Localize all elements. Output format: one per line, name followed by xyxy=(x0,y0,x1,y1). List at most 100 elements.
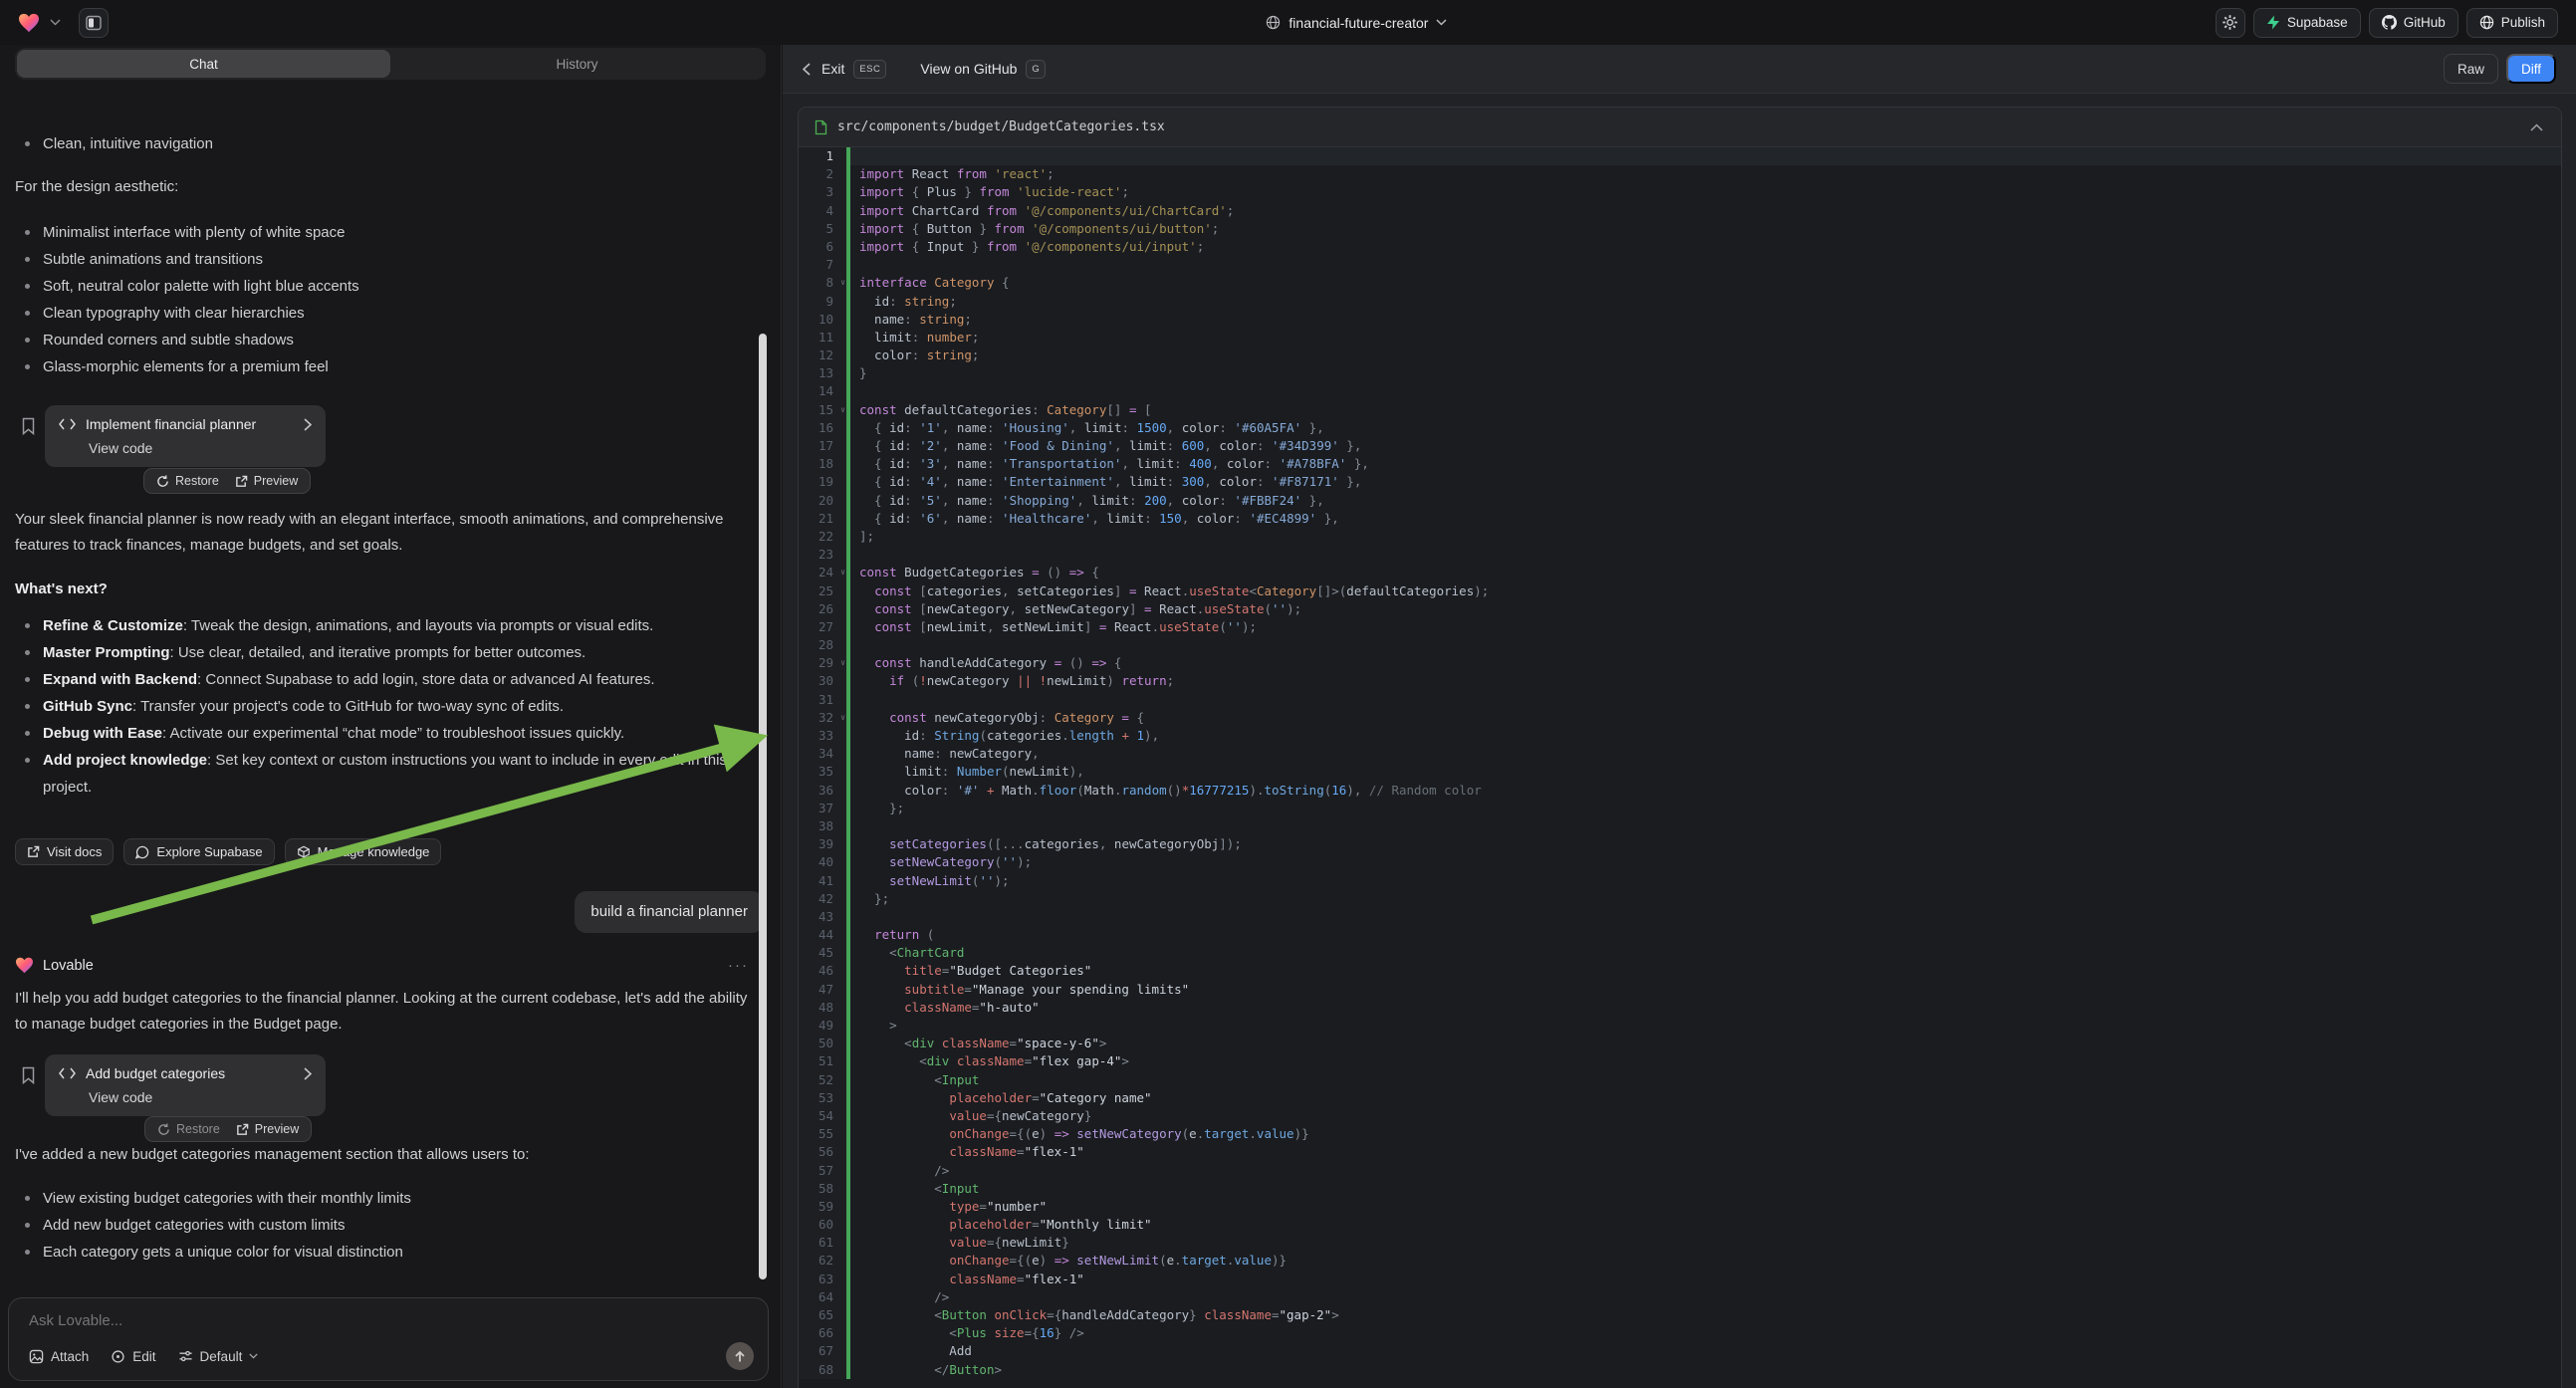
restore-button[interactable]: Restore xyxy=(156,474,219,488)
code-line-content: const [newLimit, setNewLimit] = React.us… xyxy=(850,618,1257,636)
send-button[interactable] xyxy=(726,1342,754,1370)
code-line: 17 { id: '2', name: 'Food & Dining', lim… xyxy=(799,437,2561,455)
preview-button[interactable]: Preview xyxy=(235,474,298,488)
code-line: 33 id: String(categories.length + 1), xyxy=(799,727,2561,745)
bookmark-icon[interactable] xyxy=(21,1066,36,1084)
code-line-content: import { Plus } from 'lucide-react'; xyxy=(850,183,1129,201)
code-line-content: setNewCategory(''); xyxy=(850,853,1032,871)
code-line: 60 placeholder="Monthly limit" xyxy=(799,1216,2561,1234)
version-card-add-budget-categories[interactable]: Add budget categories View code xyxy=(45,1054,326,1116)
chat-scrollbar[interactable] xyxy=(759,334,767,1279)
supabase-button[interactable]: Supabase xyxy=(2253,8,2361,38)
mode-select[interactable]: Default xyxy=(178,1349,259,1364)
code-line-content: <Input xyxy=(850,1071,979,1089)
project-switcher[interactable]: financial-future-creator xyxy=(498,15,2216,31)
code-line: 14 xyxy=(799,382,2561,400)
line-number: 16 xyxy=(799,419,846,437)
bullet-dot xyxy=(25,364,30,369)
attach-button[interactable]: Attach xyxy=(29,1349,89,1364)
view-code-link[interactable]: View code xyxy=(89,440,312,456)
code-line: 22]; xyxy=(799,528,2561,546)
bullet-dot xyxy=(25,141,30,146)
line-number: 35 xyxy=(799,763,846,781)
raw-toggle-button[interactable]: Raw xyxy=(2444,54,2498,84)
visit-docs-button[interactable]: Visit docs xyxy=(15,838,114,865)
code-line-content: const defaultCategories: Category[] = [ xyxy=(850,401,1152,419)
tab-history[interactable]: History xyxy=(390,50,764,78)
supabase-label: Supabase xyxy=(2287,15,2348,30)
line-number: 37 xyxy=(799,800,846,817)
user-message: build a financial planner xyxy=(575,891,764,933)
settings-button[interactable] xyxy=(2216,8,2245,38)
chevron-down-icon xyxy=(249,1353,258,1359)
sliders-icon xyxy=(178,1349,193,1363)
line-number: 53 xyxy=(799,1089,846,1107)
version-card-implement-financial-planner[interactable]: Implement financial planner View code xyxy=(45,405,326,467)
code-line: 53 placeholder="Category name" xyxy=(799,1089,2561,1107)
bullet-dot xyxy=(25,650,30,655)
chat-bubble-icon xyxy=(135,845,149,859)
github-button[interactable]: GitHub xyxy=(2369,8,2459,38)
line-number: 12 xyxy=(799,347,846,364)
bullet-text: Refine & Customize: Tweak the design, an… xyxy=(43,612,653,639)
line-number: 65 xyxy=(799,1306,846,1324)
line-number: 28 xyxy=(799,636,846,654)
view-on-github-button[interactable]: View on GitHub G xyxy=(920,60,1046,79)
fold-chevron-icon[interactable]: ∨ xyxy=(840,709,845,727)
code-line-content: value={newLimit} xyxy=(850,1234,1069,1252)
list-item: Add new budget categories with custom li… xyxy=(15,1212,767,1239)
manage-knowledge-button[interactable]: Manage knowledge xyxy=(285,838,442,865)
collapse-chevron-up-icon[interactable] xyxy=(2530,123,2543,131)
exit-button[interactable]: Exit ESC xyxy=(803,60,886,79)
tab-chat[interactable]: Chat xyxy=(17,50,390,78)
restore-button[interactable]: Restore xyxy=(157,1122,220,1136)
fold-chevron-icon[interactable]: ∨ xyxy=(840,401,845,419)
chat-message-list[interactable]: Clean, intuitive navigation For the desi… xyxy=(0,124,782,1334)
code-line: 57 /> xyxy=(799,1162,2561,1180)
line-number: 33 xyxy=(799,727,846,745)
code-line-content: value={newCategory} xyxy=(850,1107,1091,1125)
panel-icon xyxy=(86,15,102,31)
line-number: 58 xyxy=(799,1180,846,1198)
fold-chevron-icon[interactable]: ∨ xyxy=(840,274,845,292)
code-line-content: const newCategoryObj: Category = { xyxy=(850,709,1144,727)
visit-docs-label: Visit docs xyxy=(47,844,102,859)
edit-button[interactable]: Edit xyxy=(111,1349,155,1364)
code-line: 6import { Input } from '@/components/ui/… xyxy=(799,238,2561,256)
line-number: 54 xyxy=(799,1107,846,1125)
message-menu-button[interactable]: ··· xyxy=(728,957,749,974)
line-number: 23 xyxy=(799,546,846,564)
code-line: 50 <div className="space-y-6"> xyxy=(799,1035,2561,1052)
code-editor[interactable]: 12import React from 'react';3import { Pl… xyxy=(799,147,2561,1388)
publish-label: Publish xyxy=(2501,15,2545,30)
line-number: 44 xyxy=(799,926,846,944)
code-line: 48 className="h-auto" xyxy=(799,999,2561,1017)
diff-toggle-button[interactable]: Diff xyxy=(2506,54,2556,84)
bullet-dot xyxy=(25,677,30,682)
code-line-content: { id: '2', name: 'Food & Dining', limit:… xyxy=(850,437,1361,455)
preview-icon xyxy=(236,1123,249,1136)
explore-supabase-button[interactable]: Explore Supabase xyxy=(123,838,274,865)
bookmark-icon[interactable] xyxy=(21,417,36,435)
restore-icon xyxy=(156,475,169,488)
bullet-dot xyxy=(25,230,30,235)
bullet-dot xyxy=(25,704,30,709)
fold-chevron-icon[interactable]: ∨ xyxy=(840,654,845,672)
file-header[interactable]: src/components/budget/BudgetCategories.t… xyxy=(799,108,2561,147)
workspace-chevron-down-icon[interactable] xyxy=(50,19,61,26)
lovable-logo[interactable] xyxy=(18,13,40,33)
preview-button[interactable]: Preview xyxy=(236,1122,299,1136)
line-number: 17 xyxy=(799,437,846,455)
quick-actions: Visit docs Explore Supabase Manage knowl… xyxy=(15,838,767,865)
fold-chevron-icon[interactable]: ∨ xyxy=(840,564,845,581)
restore-label: Restore xyxy=(176,1122,220,1136)
code-line: 46 title="Budget Categories" xyxy=(799,962,2561,980)
chat-input[interactable] xyxy=(29,1312,752,1329)
line-number: 3 xyxy=(799,183,846,201)
line-number: 47 xyxy=(799,981,846,999)
code-line: 49 > xyxy=(799,1017,2561,1035)
view-code-link[interactable]: View code xyxy=(89,1089,312,1105)
bullet-dot xyxy=(25,1250,30,1255)
panel-toggle-button[interactable] xyxy=(79,8,109,38)
publish-button[interactable]: Publish xyxy=(2466,8,2558,38)
